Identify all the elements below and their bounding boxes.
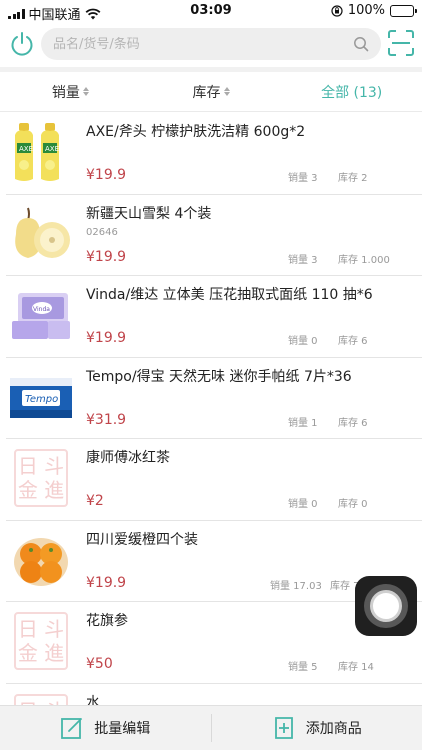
add-icon bbox=[274, 717, 293, 739]
bottom-toolbar: 批量编辑 添加商品 bbox=[0, 705, 422, 750]
sort-arrows-icon bbox=[82, 87, 89, 96]
product-price: ¥2 bbox=[86, 493, 104, 509]
placeholder-logo-icon: 日 斗 金 進 bbox=[14, 449, 68, 507]
product-name: Tempo/得宝 天然无味 迷你手帕纸 7片*36 bbox=[86, 368, 352, 385]
wifi-icon bbox=[85, 8, 100, 19]
battery-percent: 100% bbox=[347, 3, 385, 18]
sort-bar: 销量 库存 全部 (13) bbox=[0, 72, 422, 112]
status-right: 100% bbox=[331, 3, 417, 18]
product-sales: 销量 17.03 bbox=[270, 580, 322, 592]
oranges-image bbox=[14, 537, 68, 586]
product-name: Vinda/维达 立体美 压花抽取式面纸 110 抽*6 bbox=[86, 287, 373, 303]
product-image: AXE AXE bbox=[8, 119, 74, 185]
product-name: AXE/斧头 柠檬护肤洗洁精 600g*2 bbox=[86, 124, 306, 140]
sort-tab-label: 全部 (13) bbox=[321, 84, 383, 101]
product-image bbox=[8, 527, 74, 593]
svg-text:AXE: AXE bbox=[45, 145, 59, 153]
sort-tab-stock[interactable]: 库存 bbox=[141, 72, 282, 111]
product-sales: 销量 3 bbox=[288, 173, 318, 184]
assistive-touch-icon bbox=[364, 584, 408, 628]
product-code: 02646 bbox=[86, 226, 118, 238]
search-icon[interactable] bbox=[353, 36, 369, 52]
svg-text:Tempo: Tempo bbox=[25, 394, 58, 405]
placeholder-logo-icon: 日 斗 金 進 bbox=[14, 693, 68, 705]
product-name: 四川爱缓橙四个装 bbox=[86, 531, 198, 548]
batch-edit-button[interactable]: 批量编辑 bbox=[0, 706, 211, 750]
product-sales: 销量 5 bbox=[288, 662, 318, 673]
status-bar: 中国联通 03:09 100% bbox=[0, 0, 422, 23]
product-price: ¥50 bbox=[86, 656, 113, 672]
product-price: ¥31.9 bbox=[86, 411, 127, 428]
svg-text:Vinda: Vinda bbox=[33, 306, 50, 313]
product-image: Vinda bbox=[8, 282, 74, 348]
sort-tab-label: 库存 bbox=[192, 84, 221, 101]
dish-soap-bottles-image: AXE AXE bbox=[15, 123, 59, 181]
product-name: 水 bbox=[86, 694, 100, 706]
sort-tab-sales[interactable]: 销量 bbox=[0, 72, 141, 111]
scan-icon[interactable] bbox=[388, 30, 414, 56]
product-stock: 库存 2 bbox=[338, 173, 368, 184]
tissue-pack-image: Vinda bbox=[12, 293, 70, 339]
sort-tab-label: 销量 bbox=[51, 84, 80, 101]
product-row[interactable]: Tempo Tempo/得宝 天然无味 迷你手帕纸 7片*36 ¥31.9 销量… bbox=[6, 358, 422, 439]
product-price: ¥19.9 bbox=[86, 330, 127, 346]
product-price: ¥19.9 bbox=[86, 574, 127, 591]
product-price: ¥19.9 bbox=[86, 248, 127, 265]
carrier-label: 中国联通 bbox=[28, 8, 81, 23]
product-name: 康师傅冰红茶 bbox=[86, 450, 170, 466]
batch-edit-label: 批量编辑 bbox=[94, 721, 151, 737]
handkerchief-pack-image: Tempo bbox=[10, 377, 72, 418]
filter-tab-all[interactable]: 全部 (13) bbox=[281, 72, 422, 111]
product-stock: 库存 0 bbox=[338, 499, 368, 510]
battery-icon bbox=[390, 4, 417, 17]
header bbox=[0, 26, 422, 64]
power-icon[interactable] bbox=[8, 30, 36, 58]
edit-icon bbox=[61, 718, 83, 739]
product-row[interactable]: 日 斗 金 進 康师傅冰红茶 ¥2 销量 0 库存 0 bbox=[6, 439, 422, 521]
placeholder-logo-icon: 日 斗 金 進 bbox=[14, 612, 68, 670]
status-left: 中国联通 bbox=[8, 4, 101, 23]
product-sales: 销量 0 bbox=[288, 336, 318, 347]
product-row[interactable]: Vinda Vinda/维达 立体美 压花抽取式面纸 110 抽*6 ¥19.9… bbox=[6, 276, 422, 358]
product-sales: 销量 3 bbox=[288, 254, 318, 266]
product-stock: 库存 6 bbox=[338, 417, 368, 429]
product-stock: 库存 1.000 bbox=[338, 254, 390, 266]
product-stock: 库存 6 bbox=[338, 336, 368, 347]
product-image: 日 斗 金 進 bbox=[8, 690, 74, 705]
product-image bbox=[8, 201, 74, 267]
product-stock: 库存 14 bbox=[338, 662, 374, 673]
search-bar[interactable] bbox=[41, 28, 381, 60]
sort-arrows-icon bbox=[223, 87, 230, 96]
product-name: 花旗参 bbox=[86, 613, 128, 629]
product-sales: 销量 0 bbox=[288, 499, 318, 510]
product-price: ¥19.9 bbox=[86, 167, 127, 183]
add-product-button[interactable]: 添加商品 bbox=[212, 706, 422, 750]
orientation-lock-icon bbox=[331, 4, 343, 17]
product-sales: 销量 1 bbox=[288, 417, 318, 429]
product-row[interactable]: 新疆天山雪梨 4个装 02646 ¥19.9 销量 3 库存 1.000 bbox=[6, 195, 422, 276]
svg-text:AXE: AXE bbox=[19, 145, 33, 153]
product-name: 新疆天山雪梨 4个装 bbox=[86, 205, 212, 222]
product-row[interactable]: 日 斗 金 進 水 bbox=[6, 684, 422, 706]
product-row[interactable]: AXE AXE AXE/斧头 柠檬护肤洗洁精 600g*2 ¥19.9 销量 3… bbox=[6, 113, 422, 195]
product-image: 日 斗 金 進 bbox=[8, 608, 74, 674]
signal-icon bbox=[8, 8, 25, 19]
product-image: 日 斗 金 進 bbox=[8, 445, 74, 511]
assistive-touch-button[interactable] bbox=[355, 576, 417, 636]
add-product-label: 添加商品 bbox=[305, 721, 362, 737]
snow-pears-image bbox=[15, 207, 70, 258]
product-image: Tempo bbox=[8, 364, 74, 430]
search-input[interactable] bbox=[53, 36, 353, 52]
